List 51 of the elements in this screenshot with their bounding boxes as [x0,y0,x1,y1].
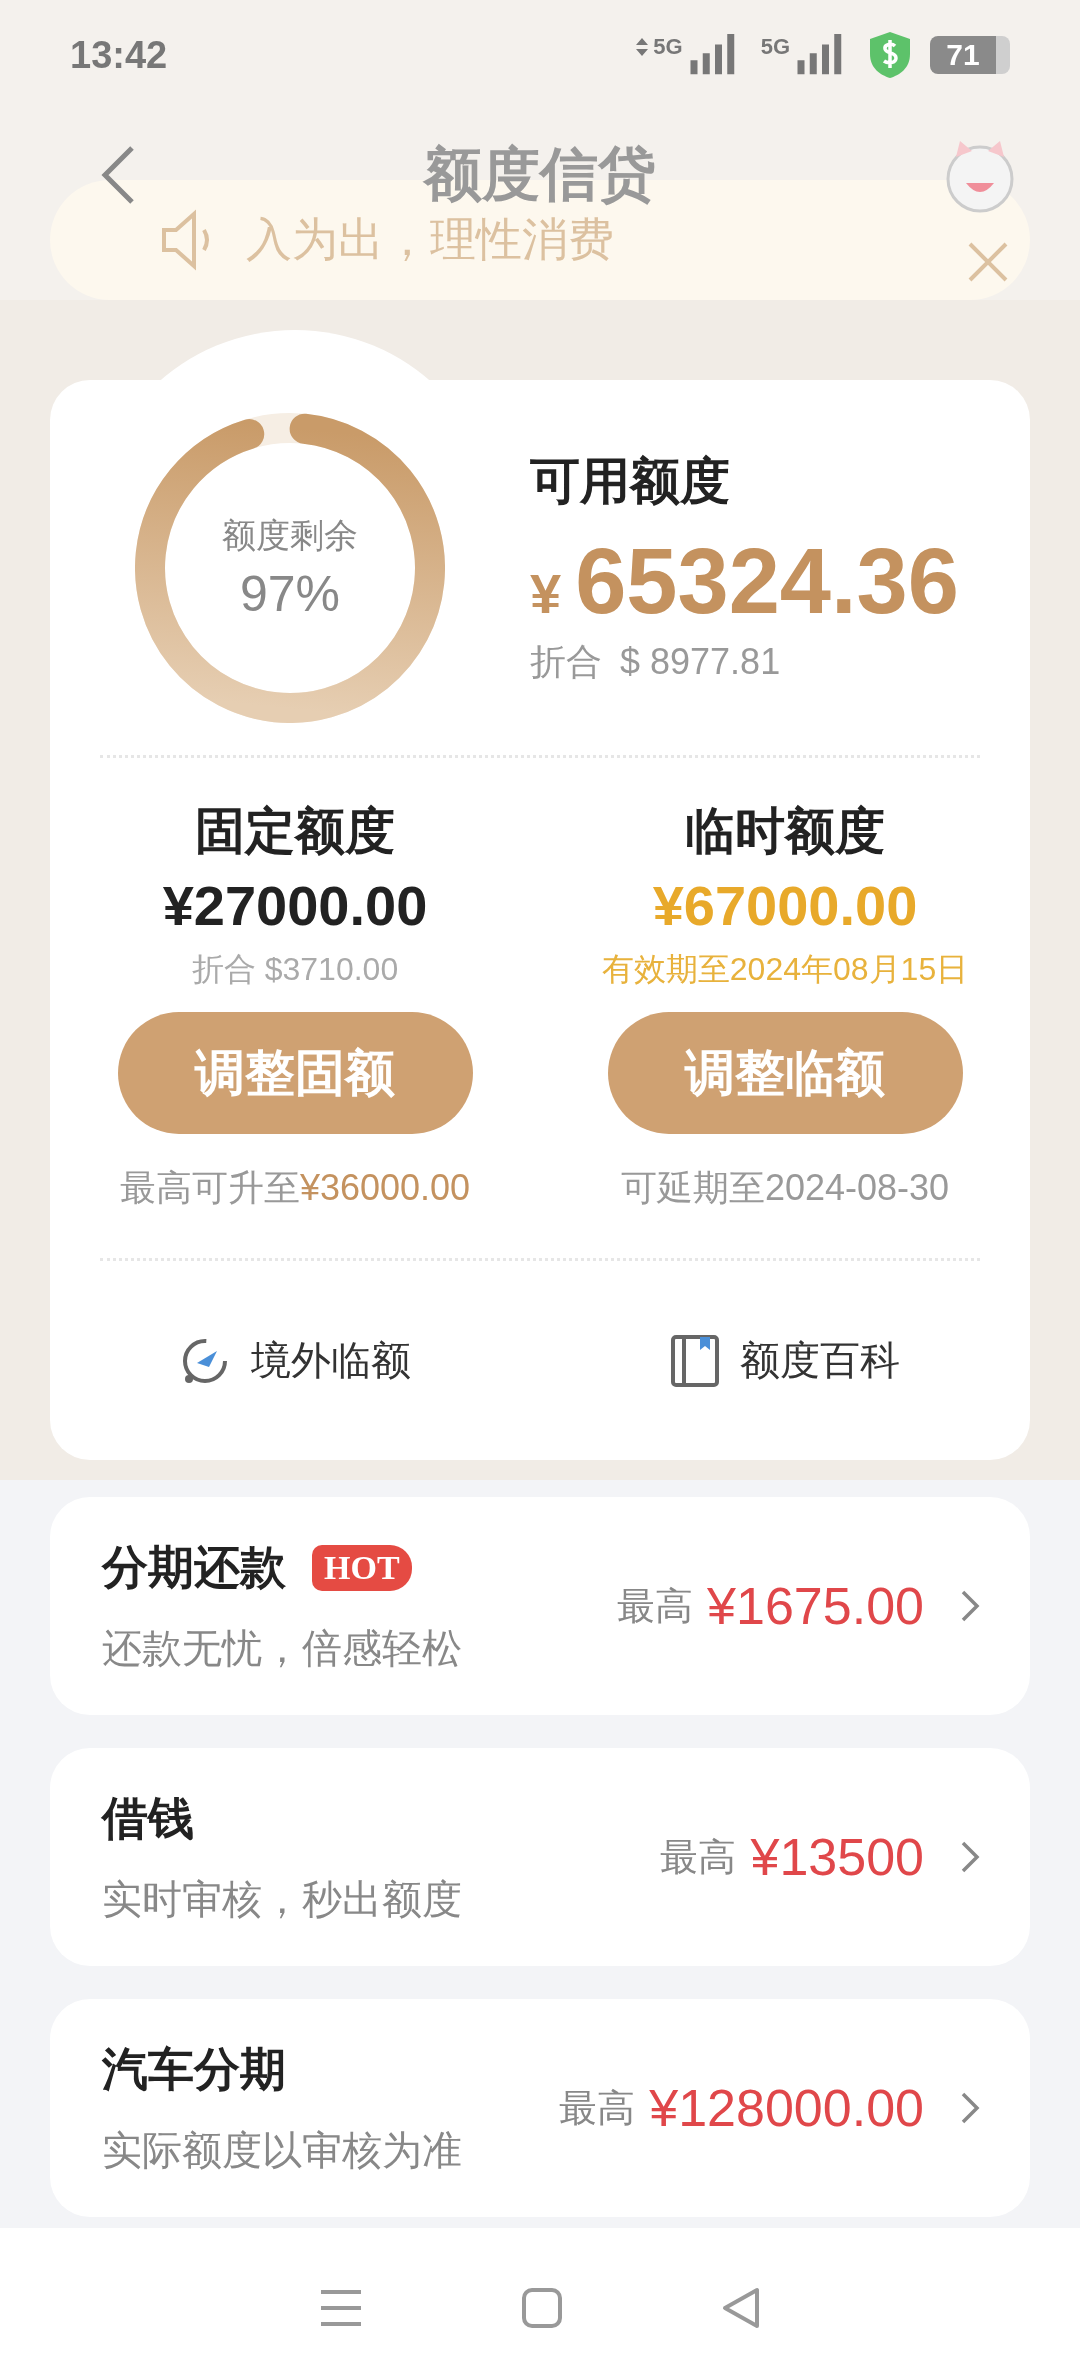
network-type: 5G [653,34,683,60]
max-label: 最高 [559,2085,636,2131]
max-amount: ¥1675.00 [707,1576,924,1636]
book-icon [670,1333,720,1388]
product-title: 借钱 [102,1790,194,1846]
home-icon[interactable] [521,2286,563,2329]
status-time: 13:42 [70,33,168,77]
available-amount: 65324.36 [575,529,959,634]
battery-tip [996,36,1010,74]
hot-badge: HOT [312,1544,412,1591]
converted-amount: 折合 $3710.00 [191,950,399,989]
menu-icon[interactable] [319,2287,363,2328]
product-row[interactable]: 借钱 实时审核，秒出额度 最高 ¥13500 [50,1748,1030,1966]
notice-text: 入为出，理性消费 [246,212,614,267]
ring-percent: 97% [239,564,341,623]
page-title: 额度信贷 [424,140,656,208]
quota-note: 可延期至2024-08-30 [620,1166,950,1210]
quota-note: 最高可升至¥36000.00 [119,1166,471,1210]
ring-label: 额度剩余 [222,514,358,556]
back-icon[interactable] [100,144,136,206]
max-label: 最高 [617,1583,694,1629]
shortcut-link[interactable]: 额度百科 [540,1333,1030,1388]
max-amount: ¥13500 [750,1827,924,1887]
product-subtitle: 实际额度以审核为准 [102,2126,463,2174]
quota-amount: ¥27000.00 [162,873,428,938]
available-title: 可用额度 [530,452,731,511]
quota-title: 固定额度 [195,802,395,861]
quota-amount: ¥67000.00 [652,873,918,938]
battery-level: 71 [930,36,996,74]
data-arrows-icon [635,36,650,58]
network-type: 5G [760,34,790,60]
product-row[interactable]: 汽车分期 实际额度以审核为准 最高 ¥128000.00 [50,1999,1030,2217]
validity-date: 有效期至2024年08月15日 [601,950,969,989]
product-subtitle: 实时审核，秒出额度 [102,1875,463,1923]
chevron-icon [960,1589,980,1623]
product-subtitle: 还款无忧，倍感轻松 [102,1624,463,1672]
max-label: 最高 [660,1834,737,1880]
close-icon[interactable] [966,240,1010,284]
converted-label: 折合 [530,640,602,684]
converted-amount: $ 8977.81 [620,641,781,683]
chevron-icon [960,1840,980,1874]
currency-sign: ¥ [530,561,562,626]
back-icon[interactable] [721,2285,761,2330]
max-amount: ¥128000.00 [649,2078,924,2138]
shortcut-link[interactable]: 境外临额 [50,1333,540,1388]
quota-title: 临时额度 [685,802,885,861]
product-row[interactable]: 分期还款 HOT 还款无忧，倍感轻松 最高 ¥1675.00 [50,1497,1030,1715]
shield-icon [868,30,912,80]
product-title: 汽车分期 [102,2041,286,2097]
chevron-icon [960,2091,980,2125]
product-title: 分期还款 [102,1539,286,1595]
